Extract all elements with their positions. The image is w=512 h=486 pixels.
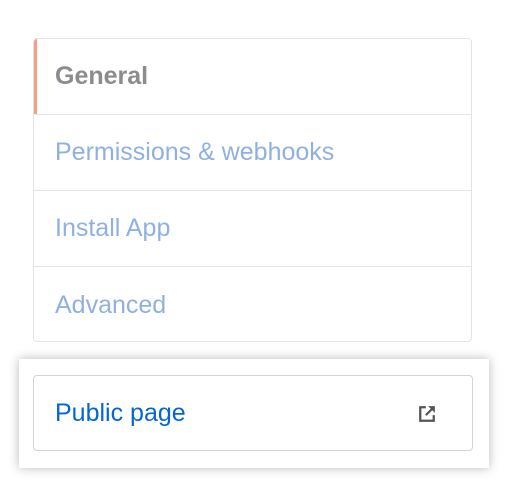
menu-item-general[interactable]: General	[34, 39, 471, 115]
menu-item-label: General	[55, 62, 149, 90]
settings-menu: General Permissions & webhooks Install A…	[33, 38, 472, 342]
public-page-link[interactable]: Public page	[33, 375, 473, 451]
menu-item-permissions-webhooks[interactable]: Permissions & webhooks	[34, 115, 471, 191]
external-link-icon	[419, 406, 435, 422]
public-page-label: Public page	[55, 398, 186, 427]
menu-item-advanced[interactable]: Advanced	[34, 267, 471, 341]
menu-item-label: Advanced	[55, 290, 167, 319]
menu-item-label: Permissions & webhooks	[55, 138, 335, 166]
menu-item-install-app[interactable]: Install App	[34, 191, 471, 267]
menu-item-label: Install App	[55, 214, 171, 242]
highlight-overlay: Public page	[19, 359, 489, 468]
